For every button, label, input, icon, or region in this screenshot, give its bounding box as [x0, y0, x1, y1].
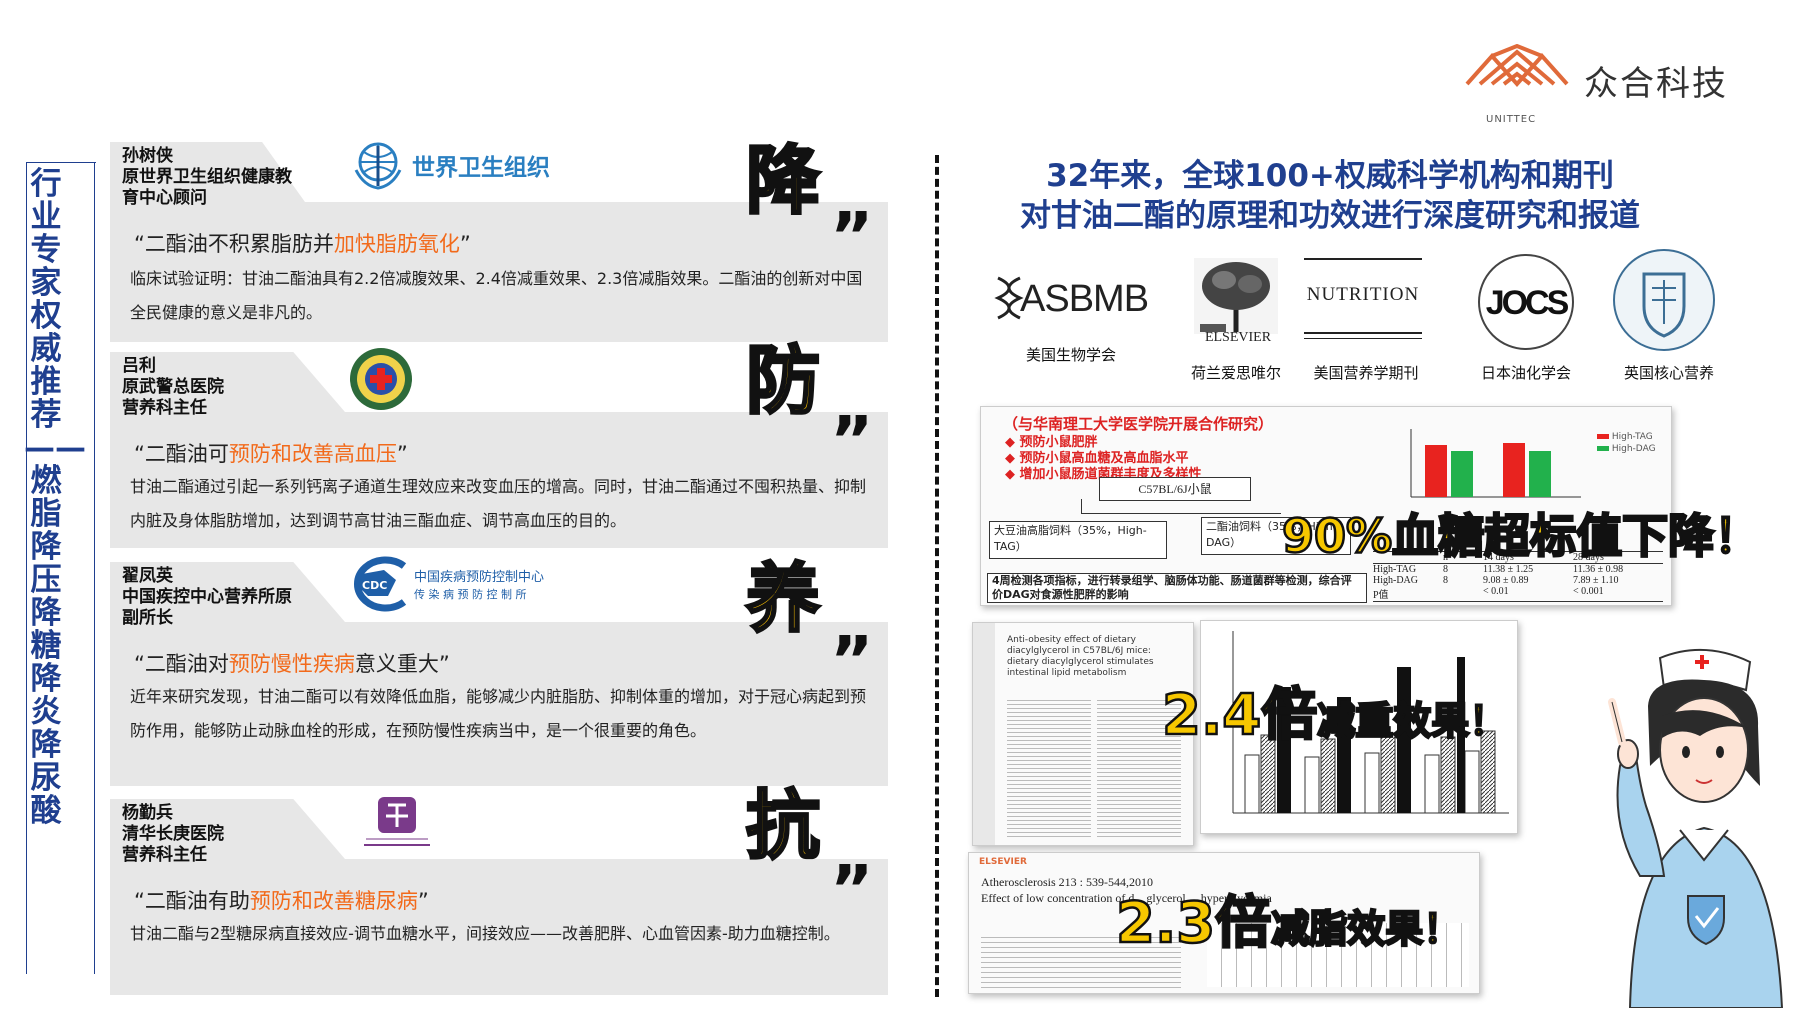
- brand-name: 众合科技: [1584, 64, 1728, 104]
- quote-mark-icon: ”: [830, 402, 873, 479]
- big-char-kang: 抗: [745, 783, 822, 869]
- brand-mark-icon: [1465, 44, 1569, 88]
- overlay-2-4x: 2.4倍减重效果！: [1161, 682, 1509, 750]
- british-crest-icon: [1613, 249, 1715, 351]
- overlay-2-3x: 2.3倍减脂效果！: [1115, 890, 1463, 958]
- svg-text:JOCS: JOCS: [1486, 284, 1569, 322]
- expert-card-3: 翟凤英 中国疾控中心营养所原 副所长 CDC 中国疾病预防控制中心 传 染 病 …: [110, 556, 888, 786]
- expert-name: 吕利: [122, 356, 156, 376]
- study1-mouse-box: C57BL/6J小鼠: [1099, 477, 1251, 501]
- expert-body: 临床试验证明：甘油二酯油具有2.2倍减腹效果、2.4倍减重效果、2.3倍减脂效果…: [130, 269, 863, 322]
- publisher-elsevier: ELSEVIER 荷兰爱思唯尔: [1176, 258, 1296, 388]
- publisher-british-nutrition: 英国核心营养: [1608, 248, 1738, 388]
- expert-card-1: 孙树侠 原世界卫生组织健康教 育中心顾问 世界卫生组织 降 ” “二酯油不积累脂…: [110, 142, 888, 342]
- publisher-label: 美国营养学期刊: [1313, 364, 1419, 382]
- overlay-90-percent: 90%血糖超标值下降！: [1281, 508, 1762, 565]
- study1-left-box: 大豆油高脂饲料（35%，High-TAG）: [989, 521, 1167, 559]
- jocs-logo-icon: JOCS: [1478, 254, 1574, 350]
- cdc-logo-sub: 传 染 病 预 防 控 制 所: [414, 588, 527, 601]
- quote-highlight: 预防慢性疾病: [228, 652, 355, 676]
- expert-name: 孙树侠: [122, 146, 173, 166]
- expert-body: 近年来研究发现，甘油二酯可以有效降低血脂，能够减少内脏脂肪、抑制体重的增加，对于…: [130, 687, 867, 740]
- expert-title-2: 副所长: [122, 608, 173, 628]
- expert-quote: “二酯油有助预防和改善糖尿病”: [134, 889, 429, 913]
- who-logo-text: 世界卫生组织: [412, 155, 550, 181]
- nutrition-logo-text: NUTRITION: [1306, 284, 1420, 305]
- expert-quote: “二酯油对预防慢性疾病意义重大”: [134, 652, 450, 676]
- expert-quote: “二酯油不积累脂肪并加快脂肪氧化”: [134, 232, 471, 256]
- expert-quote: “二酯油可预防和改善高血压”: [134, 442, 408, 466]
- expert-name: 杨勤兵: [122, 803, 173, 823]
- nurse-illustration: [1608, 649, 1784, 1008]
- publisher-label: 荷兰爱思唯尔: [1190, 364, 1281, 382]
- publisher-jocs: JOCS 日本油化学会: [1466, 252, 1596, 388]
- brand-logo: 众合科技 UNITTEC: [1462, 44, 1762, 130]
- study1-bullet: ◆ 预防小鼠高血糖及高血脂水平: [1005, 451, 1189, 466]
- brand-sub: UNITTEC: [1486, 114, 1537, 125]
- expert-body: 甘油二酯与2型糖尿病直接效应-调节血糖水平，间接效应——改善肥胖、心血管因素-助…: [130, 924, 840, 943]
- publisher-label: 日本油化学会: [1480, 364, 1571, 382]
- tsinghua-changgung-hospital-logo-icon: [364, 797, 430, 846]
- expert-title-2: 营养科主任: [122, 845, 207, 865]
- study2-paper-title: Anti-obesity effect of dietary diacylgly…: [1007, 635, 1154, 678]
- cdc-logo-text: 中国疾病预防控制中心: [414, 570, 545, 585]
- asbmb-logo-text: ASBMB: [1020, 278, 1149, 320]
- expert-card-4: 杨勤兵 清华长庚医院 营养科主任 抗 ” “二酯油有助预防和改善糖尿病” 甘油二…: [110, 788, 888, 995]
- publisher-nutrition: NUTRITION 美国营养学期刊: [1302, 258, 1442, 388]
- armed-police-hospital-emblem-icon: [350, 348, 412, 410]
- who-emblem-icon: [354, 142, 402, 190]
- vertical-title-frame: 行业专家权威推荐——燃脂 降压 降糖 降炎 降尿酸: [24, 162, 96, 974]
- quote-highlight: 预防和改善糖尿病: [249, 889, 418, 913]
- publisher-asbmb: ASBMB 美国生物学会: [992, 264, 1158, 374]
- expert-title-2: 营养科主任: [122, 398, 207, 418]
- expert-title-1: 原武警总医院: [122, 377, 224, 397]
- expert-title-2: 育中心顾问: [122, 188, 207, 208]
- expert-title-1: 清华长庚医院: [122, 824, 224, 844]
- right-title-line-1: 32年来，全球100+权威科学机构和期刊: [1046, 158, 1614, 194]
- publisher-label: 英国核心营养: [1623, 364, 1714, 382]
- chart-legend: High-TAG High-DAG: [1597, 431, 1656, 455]
- big-char-fang: 防: [745, 338, 822, 424]
- expert-body: 甘油二酯通过引起一系列钙离子通道生理效应来改变血压的增高。同时，甘油二酯通过不囤…: [130, 477, 867, 530]
- vertical-title: 行业专家权威推荐——燃脂 降压 降糖 降炎 降尿酸: [24, 166, 86, 829]
- study1-bullet: ◆ 预防小鼠肥胖: [1005, 435, 1098, 450]
- cdc-emblem-icon: CDC: [353, 556, 407, 612]
- dashed-divider: [935, 155, 939, 997]
- quote-mark-icon: ”: [830, 851, 873, 928]
- right-title-line-2: 对甘油二酯的原理和功效进行深度研究和报道: [1020, 198, 1640, 234]
- study1-heading: （与华南理工大学医学院开展合作研究）: [1003, 415, 1274, 433]
- elsevier-tree-icon: [1194, 258, 1278, 334]
- elsevier-small-logo: ELSEVIER: [979, 857, 1027, 867]
- publisher-label: 美国生物学会: [1025, 346, 1116, 364]
- quote-mark-icon: ”: [830, 198, 873, 275]
- body-weight-bar-chart: [1410, 429, 1581, 498]
- expert-card-2: 吕利 原武警总医院 营养科主任 防 ” “二酯油可预防和改善高血压” 甘油二酯通…: [110, 343, 888, 548]
- svg-text:CDC: CDC: [362, 579, 387, 592]
- expert-name: 翟凤英: [122, 566, 173, 586]
- study1-bottom-box: 4周检测各项指标，进行转录组学、脑肠体功能、肠道菌群等检测，综合评价DAG对食源…: [987, 573, 1367, 603]
- elsevier-logo-text: ELSEVIER: [1204, 330, 1272, 345]
- big-char-jiang: 降: [745, 138, 822, 224]
- who-logo: 世界卫生组织: [350, 138, 680, 194]
- quote-highlight: 预防和改善高血压: [228, 442, 397, 466]
- big-char-yang: 养: [745, 556, 822, 642]
- expert-title-1: 中国疾控中心营养所原: [122, 587, 292, 607]
- cdc-logo: CDC 中国疾病预防控制中心 传 染 病 预 防 控 制 所: [344, 556, 684, 614]
- expert-title-1: 原世界卫生组织健康教: [122, 167, 292, 187]
- quote-highlight: 加快脂肪氧化: [333, 232, 460, 256]
- study-image-2: Anti-obesity effect of dietary diacylgly…: [972, 622, 1194, 846]
